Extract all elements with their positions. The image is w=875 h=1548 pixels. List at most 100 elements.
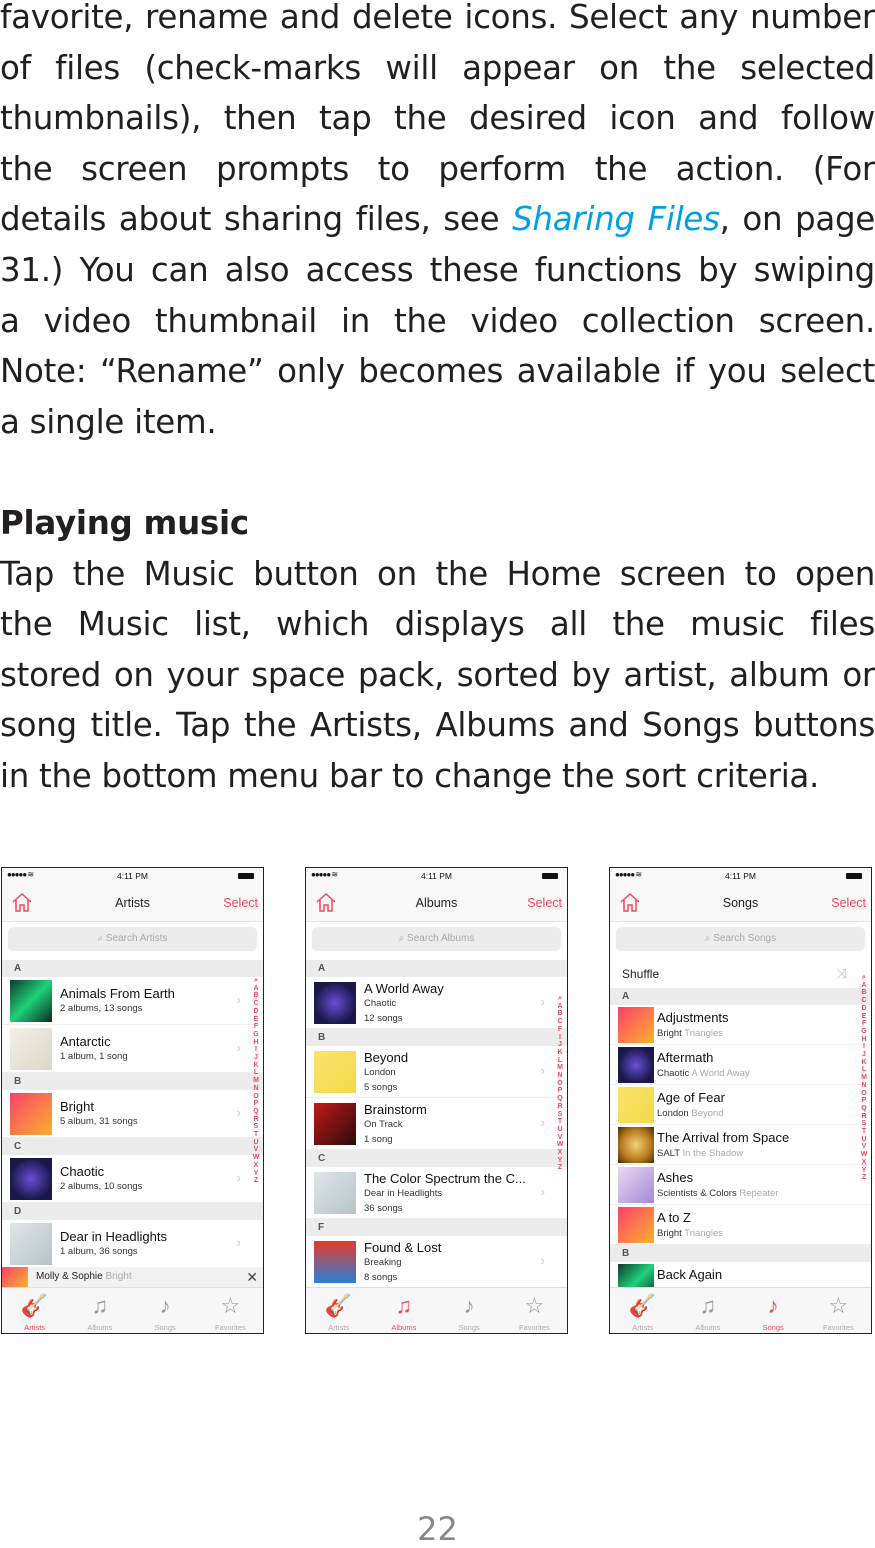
index-letter[interactable]: O bbox=[251, 1093, 261, 1101]
index-letter[interactable]: Y bbox=[555, 1157, 565, 1165]
index-letter[interactable]: J bbox=[555, 1041, 565, 1049]
search-input[interactable]: ⌕ Search Albums bbox=[312, 927, 561, 951]
list-row[interactable]: Antarctic 1 album, 1 song › bbox=[2, 1025, 263, 1073]
index-letter[interactable]: M bbox=[859, 1074, 869, 1082]
tab-artists[interactable]: 🎸 Artists bbox=[610, 1288, 675, 1333]
index-letter[interactable]: C bbox=[251, 1000, 261, 1008]
list-row[interactable]: Brainstorm On Track 1 song › bbox=[306, 1098, 567, 1150]
alphabet-index[interactable]: ⌕ A B C F I J K L M N O P Q R S T U V W X Y Z bbox=[555, 995, 565, 1172]
index-letter[interactable]: K bbox=[555, 1049, 565, 1057]
index-letter[interactable]: D bbox=[251, 1008, 261, 1016]
list-row[interactable]: Bright 5 album, 31 songs › bbox=[2, 1090, 263, 1138]
index-letter[interactable]: M bbox=[555, 1064, 565, 1072]
index-letter[interactable]: I bbox=[555, 1034, 565, 1042]
index-letter[interactable]: A bbox=[555, 1003, 565, 1011]
index-letter[interactable]: O bbox=[859, 1090, 869, 1098]
index-letter[interactable]: N bbox=[555, 1072, 565, 1080]
index-letter[interactable]: K bbox=[859, 1059, 869, 1067]
tab-songs[interactable]: ♪ Songs bbox=[741, 1288, 806, 1333]
mini-player[interactable]: Molly & Sophie Bright ✕ bbox=[2, 1267, 263, 1287]
index-letter[interactable]: B bbox=[859, 989, 869, 997]
close-icon[interactable]: ✕ bbox=[246, 1267, 258, 1287]
index-letter[interactable]: Z bbox=[859, 1174, 869, 1182]
index-letter[interactable]: P bbox=[555, 1087, 565, 1095]
tab-albums[interactable]: ♫ Albums bbox=[371, 1288, 436, 1333]
index-letter[interactable]: A bbox=[859, 982, 869, 990]
index-letter[interactable]: K bbox=[251, 1062, 261, 1070]
index-letter[interactable]: B bbox=[555, 1010, 565, 1018]
index-letter[interactable]: T bbox=[555, 1118, 565, 1126]
index-letter[interactable]: T bbox=[251, 1131, 261, 1139]
index-letter[interactable]: T bbox=[859, 1128, 869, 1136]
index-letter[interactable]: C bbox=[555, 1018, 565, 1026]
tab-songs[interactable]: ♪ Songs bbox=[133, 1288, 198, 1333]
list-row[interactable]: The Color Spectrum the C... Dear in Headl… bbox=[306, 1167, 567, 1219]
alphabet-index[interactable]: ⌕ A B C D E F G H I J K L M N O P Q R S T U V W X Y Z bbox=[251, 977, 261, 1185]
index-letter[interactable]: A bbox=[251, 985, 261, 993]
tab-artists[interactable]: 🎸 Artists bbox=[2, 1288, 67, 1333]
select-button[interactable]: Select bbox=[831, 896, 866, 910]
index-letter[interactable]: I bbox=[859, 1043, 869, 1051]
index-letter[interactable]: E bbox=[251, 1016, 261, 1024]
list-row[interactable]: A to Z Bright Triangles bbox=[610, 1205, 871, 1245]
index-letter[interactable]: D bbox=[859, 1005, 869, 1013]
select-button[interactable]: Select bbox=[527, 896, 562, 910]
index-letter[interactable]: J bbox=[859, 1051, 869, 1059]
list-row[interactable]: Age of Fear London Beyond bbox=[610, 1085, 871, 1125]
index-letter[interactable]: Q bbox=[555, 1095, 565, 1103]
list-row[interactable]: A World Away Chaotic 12 songs › bbox=[306, 977, 567, 1029]
tab-albums[interactable]: ♫ Albums bbox=[67, 1288, 132, 1333]
list-row[interactable]: Animals From Earth 2 albums, 13 songs › bbox=[2, 977, 263, 1025]
index-letter[interactable]: F bbox=[859, 1020, 869, 1028]
search-input[interactable]: ⌕ Search Songs bbox=[616, 927, 865, 951]
index-letter[interactable]: M bbox=[251, 1077, 261, 1085]
index-letter[interactable]: X bbox=[555, 1149, 565, 1157]
index-letter[interactable]: W bbox=[251, 1154, 261, 1162]
index-letter[interactable]: R bbox=[859, 1113, 869, 1121]
index-letter[interactable]: N bbox=[859, 1082, 869, 1090]
select-button[interactable]: Select bbox=[223, 896, 258, 910]
sharing-files-link[interactable]: Sharing Files bbox=[512, 200, 720, 238]
index-letter[interactable]: O bbox=[555, 1080, 565, 1088]
index-letter[interactable]: H bbox=[251, 1039, 261, 1047]
index-letter[interactable]: ⌕ bbox=[555, 995, 565, 1003]
index-letter[interactable]: R bbox=[251, 1116, 261, 1124]
list-row[interactable]: Ashes Scientists & Colors Repeater bbox=[610, 1165, 871, 1205]
index-letter[interactable]: Z bbox=[251, 1177, 261, 1185]
list-row[interactable]: Found & Lost Breaking 8 songs › bbox=[306, 1236, 567, 1287]
index-letter[interactable]: ⌕ bbox=[859, 974, 869, 982]
index-letter[interactable]: J bbox=[251, 1054, 261, 1062]
index-letter[interactable]: ⌕ bbox=[251, 977, 261, 985]
index-letter[interactable]: F bbox=[251, 1023, 261, 1031]
index-letter[interactable]: V bbox=[251, 1146, 261, 1154]
index-letter[interactable]: H bbox=[859, 1036, 869, 1044]
shuffle-row[interactable]: Shuffle ⤨ bbox=[610, 960, 871, 988]
index-letter[interactable]: G bbox=[251, 1031, 261, 1039]
index-letter[interactable]: Y bbox=[251, 1170, 261, 1178]
index-letter[interactable]: B bbox=[251, 992, 261, 1000]
index-letter[interactable]: S bbox=[555, 1111, 565, 1119]
list-row[interactable]: The Arrival from Space SALT In the Shadow bbox=[610, 1125, 871, 1165]
list-row[interactable]: Beyond London 5 songs › bbox=[306, 1046, 567, 1098]
tab-albums[interactable]: ♫ Albums bbox=[675, 1288, 740, 1333]
index-letter[interactable]: W bbox=[859, 1151, 869, 1159]
index-letter[interactable]: L bbox=[859, 1066, 869, 1074]
index-letter[interactable]: W bbox=[555, 1141, 565, 1149]
index-letter[interactable]: P bbox=[251, 1100, 261, 1108]
index-letter[interactable]: N bbox=[251, 1085, 261, 1093]
index-letter[interactable]: P bbox=[859, 1097, 869, 1105]
index-letter[interactable]: L bbox=[555, 1057, 565, 1065]
list-row[interactable]: Dear in Headlights 1 album, 36 songs › bbox=[2, 1220, 263, 1268]
index-letter[interactable]: Q bbox=[251, 1108, 261, 1116]
index-letter[interactable]: S bbox=[859, 1120, 869, 1128]
index-letter[interactable]: I bbox=[251, 1046, 261, 1054]
index-letter[interactable]: R bbox=[555, 1103, 565, 1111]
index-letter[interactable]: F bbox=[555, 1026, 565, 1034]
index-letter[interactable]: Q bbox=[859, 1105, 869, 1113]
tab-favorites[interactable]: ☆ Favorites bbox=[806, 1288, 871, 1333]
list-row[interactable]: Aftermath Chaotic A World Away bbox=[610, 1045, 871, 1085]
index-letter[interactable]: Z bbox=[555, 1164, 565, 1172]
index-letter[interactable]: U bbox=[251, 1139, 261, 1147]
tab-favorites[interactable]: ☆ Favorites bbox=[198, 1288, 263, 1333]
index-letter[interactable]: G bbox=[859, 1028, 869, 1036]
